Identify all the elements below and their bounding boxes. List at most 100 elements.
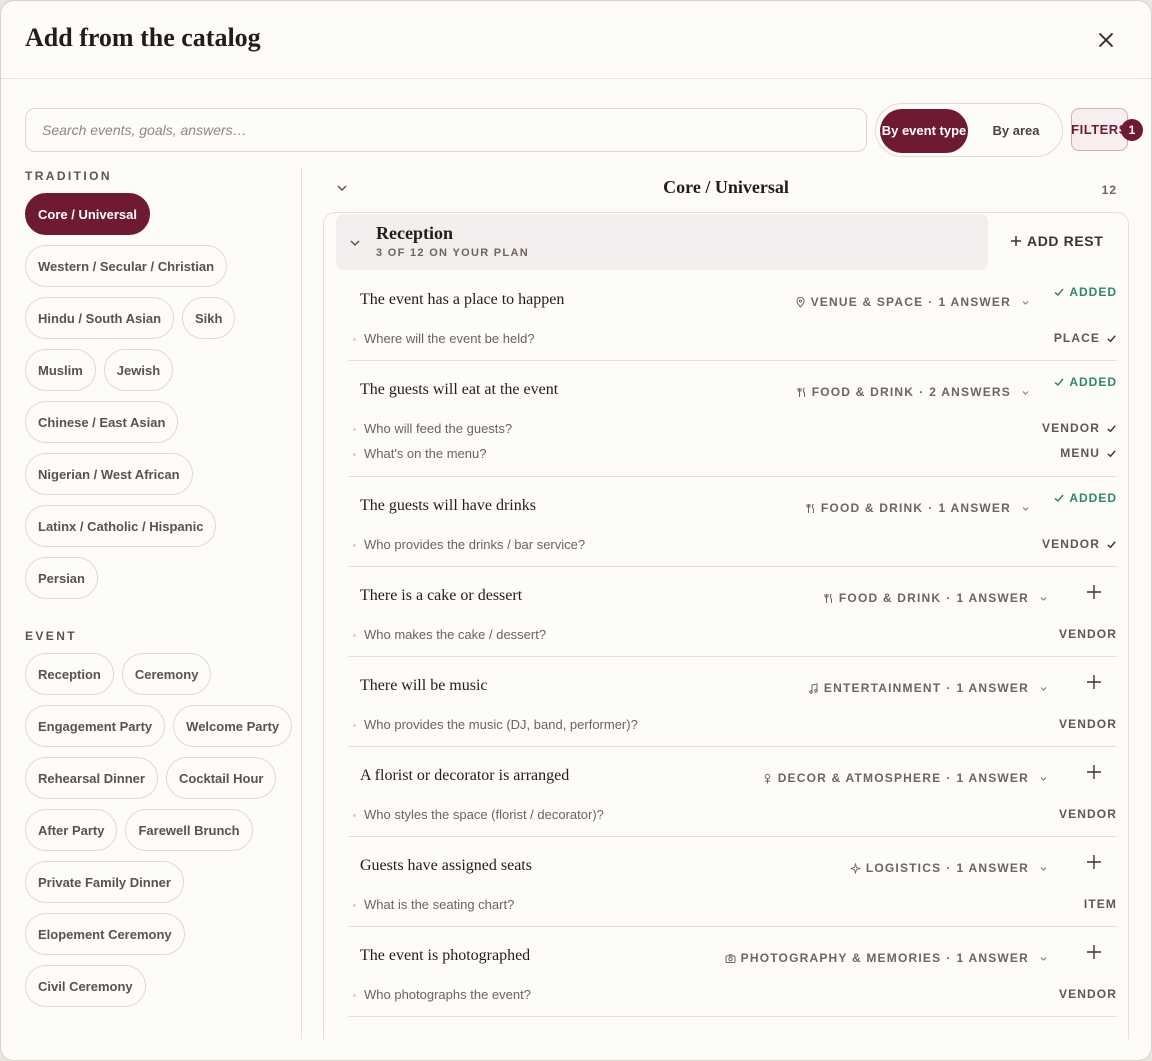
goal-title: A florist or decorator is arranged — [360, 767, 570, 784]
goal-row: Guests have assigned seats LOGISTICS · 1 AN… — [348, 841, 1117, 927]
chevron-down-icon — [1022, 390, 1029, 395]
answer-type-label: VENDOR — [1059, 717, 1117, 731]
goal-answer-count: 1 ANSWER — [938, 501, 1011, 515]
answer-type-label: VENDOR — [1059, 807, 1117, 821]
add-rest-label: ADD REST — [1027, 233, 1104, 249]
filters-button[interactable]: FILTERS — [1071, 108, 1128, 151]
tradition-chip[interactable]: Jewish — [103, 349, 174, 391]
check-icon — [1107, 334, 1116, 342]
by-area-toggle[interactable]: By area — [976, 109, 1056, 153]
event-chip[interactable]: Engagement Party — [25, 705, 166, 747]
answer-question: Who photographs the event? — [364, 987, 531, 1002]
add-goal-button[interactable] — [1085, 943, 1103, 961]
answer-bullet — [353, 904, 356, 907]
meta-separator: · — [946, 951, 952, 965]
event-chip[interactable]: Elopement Ceremony — [25, 913, 185, 955]
check-icon — [1054, 378, 1064, 387]
chevron-down-icon — [1040, 596, 1047, 601]
check-icon — [1107, 540, 1116, 548]
catalog-dialog: Add from the catalog By event type By ar… — [0, 0, 1152, 1061]
added-label: ADDED — [1069, 375, 1117, 389]
goal-area-dropdown[interactable]: FOOD & DRINK · 1 ANSWER — [805, 501, 1031, 515]
add-rest-button[interactable]: ADD REST — [1010, 233, 1103, 249]
added-badge: ADDED — [1053, 491, 1117, 505]
chevron-down-icon — [1022, 300, 1029, 305]
add-goal-button[interactable] — [1085, 763, 1103, 781]
answer-question: Where will the event be held? — [364, 331, 535, 346]
plus-icon — [1087, 765, 1101, 779]
goal-area-dropdown[interactable]: FOOD & DRINK · 1 ANSWER — [823, 591, 1049, 605]
plus-icon — [1087, 945, 1101, 959]
tradition-chip[interactable]: Latinx / Catholic / Hispanic — [25, 505, 217, 547]
answer-bullet — [353, 634, 356, 637]
add-goal-button[interactable] — [1085, 673, 1103, 691]
goal-area-dropdown[interactable]: ENTERTAINMENT · 1 ANSWER — [808, 681, 1049, 695]
goal-row: A florist or decorator is arranged DECOR … — [348, 751, 1117, 837]
camera-icon — [725, 953, 736, 963]
answer-question: Who provides the music (DJ, band, perfor… — [364, 717, 638, 732]
goal-area-dropdown[interactable]: LOGISTICS · 1 ANSWER — [849, 861, 1049, 875]
goal-title: The guests will have drinks — [360, 497, 536, 514]
event-chip[interactable]: Welcome Party — [173, 705, 293, 747]
tradition-chips: Core / Universal Western / Secular / Chri… — [25, 193, 295, 599]
answer-type: VENDOR — [1042, 421, 1117, 435]
chevron-down-icon — [350, 240, 360, 247]
close-icon — [1099, 33, 1113, 47]
sparkle-icon — [849, 862, 861, 874]
sidebar-divider — [301, 167, 302, 1039]
answer-row: What is the seating chart? ITEM — [348, 894, 1117, 916]
goal-row: The guests will eat at the event FOOD & D… — [348, 365, 1117, 477]
fork-knife-icon — [824, 593, 832, 603]
event-chip[interactable]: Civil Ceremony — [25, 965, 146, 1007]
event-chip[interactable]: Rehearsal Dinner — [25, 757, 158, 799]
answer-type: PLACE — [1054, 331, 1117, 345]
meta-separator: · — [928, 501, 934, 515]
search-input[interactable] — [25, 108, 867, 152]
tradition-chip[interactable]: Western / Secular / Christian — [25, 245, 228, 287]
goal-area-dropdown[interactable]: VENUE & SPACE · 1 ANSWER — [795, 295, 1031, 309]
event-chip[interactable]: Ceremony — [121, 653, 212, 695]
answer-bullet — [353, 544, 356, 547]
group-header[interactable]: Reception 3 OF 12 ON YOUR PLAN — [336, 214, 988, 270]
tradition-chip[interactable]: Persian — [25, 557, 98, 599]
add-goal-button[interactable] — [1085, 583, 1103, 601]
answer-row: Who will feed the guests? VENDOR — [348, 418, 1117, 440]
plus-icon — [1011, 236, 1021, 246]
tradition-chip[interactable]: Chinese / East Asian — [25, 401, 179, 443]
event-chip[interactable]: After Party — [25, 809, 118, 851]
goal-area-dropdown[interactable]: PHOTOGRAPHY & MEMORIES · 1 ANSWER — [725, 951, 1049, 965]
tradition-chip[interactable]: Muslim — [25, 349, 96, 391]
answer-type-label: PLACE — [1053, 331, 1100, 345]
goal-area-dropdown[interactable]: FOOD & DRINK · 2 ANSWERS — [796, 385, 1031, 399]
tradition-chip[interactable]: Sikh — [182, 297, 236, 339]
chevron-down-icon — [1022, 506, 1029, 511]
event-chip[interactable]: Reception — [25, 653, 114, 695]
music-note-icon — [809, 682, 818, 694]
goal-row: There is a cake or dessert FOOD & DRINK · 1… — [348, 571, 1117, 657]
tradition-chip[interactable]: Core / Universal — [25, 193, 150, 235]
group-progress: 3 OF 12 ON YOUR PLAN — [376, 247, 529, 259]
close-button[interactable] — [1091, 25, 1121, 55]
answer-question: What is the seating chart? — [364, 897, 515, 912]
reception-group: Reception 3 OF 12 ON YOUR PLAN ADD REST … — [323, 212, 1129, 1039]
goal-answer-count: 2 ANSWERS — [929, 385, 1011, 399]
by-event-type-toggle[interactable]: By event type — [880, 109, 968, 153]
tradition-chip[interactable]: Hindu / South Asian — [25, 297, 175, 339]
answer-type: ITEM — [1084, 897, 1117, 911]
section-header[interactable]: Core / Universal 12 — [323, 167, 1129, 211]
tradition-chip[interactable]: Nigerian / West African — [25, 453, 193, 495]
event-chip[interactable]: Cocktail Hour — [165, 757, 277, 799]
add-goal-button[interactable] — [1085, 853, 1103, 871]
goal-answer-count: 1 ANSWER — [956, 591, 1029, 605]
dialog-title: Add from the catalog — [25, 23, 261, 52]
group-title: Reception — [376, 223, 453, 243]
answer-bullet — [353, 814, 356, 817]
section-count: 12 — [1101, 183, 1117, 197]
plus-icon — [1087, 855, 1101, 869]
event-chip[interactable]: Private Family Dinner — [25, 861, 184, 903]
answer-type-label: VENDOR — [1042, 421, 1100, 435]
added-label: ADDED — [1069, 285, 1117, 299]
answer-type: VENDOR — [1042, 537, 1117, 551]
event-chip[interactable]: Farewell Brunch — [125, 809, 253, 851]
goal-area-dropdown[interactable]: DECOR & ATMOSPHERE · 1 ANSWER — [762, 771, 1049, 785]
